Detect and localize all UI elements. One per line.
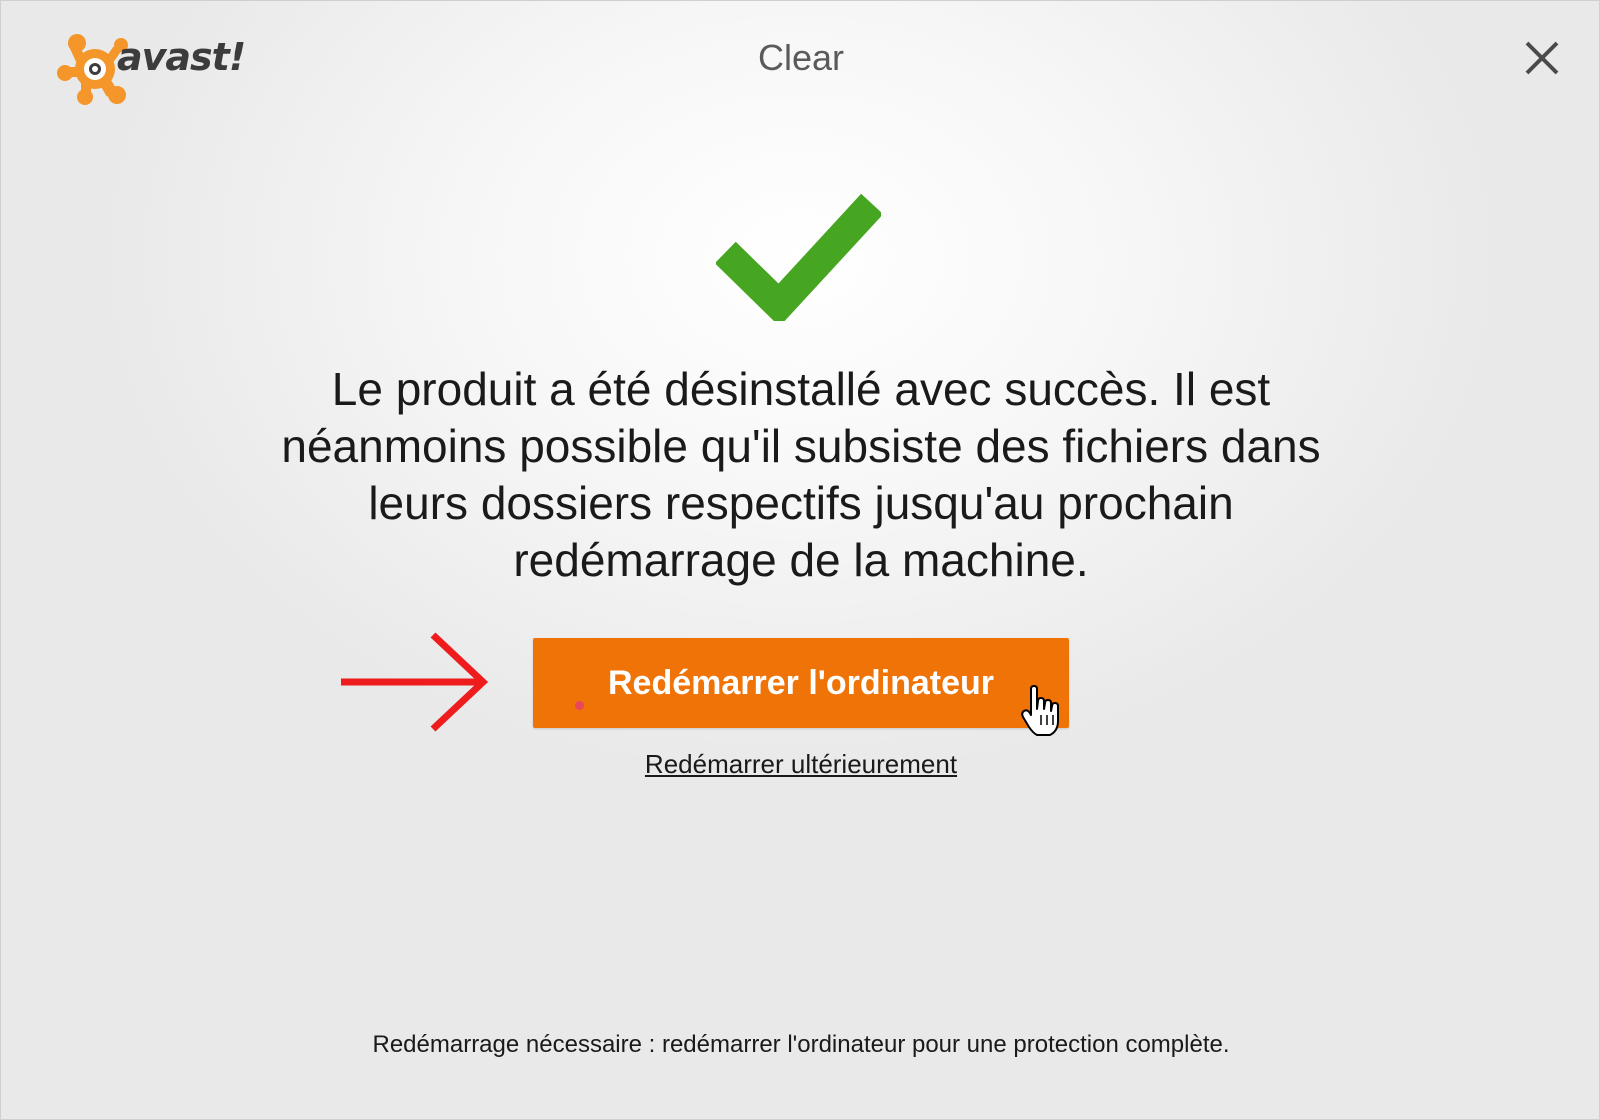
close-icon [1525,41,1559,75]
close-button[interactable] [1519,35,1567,83]
restart-computer-button[interactable]: Redémarrer l'ordinateur [533,638,1069,728]
uninstall-window: avast! Clear Le produit a été désinstall… [0,0,1600,1120]
restart-required-note: Redémarrage nécessaire : redémarrer l'or… [372,1031,1230,1058]
message-line: néanmoins possible qu'il subsiste des fi… [281,420,1321,472]
message-line: leurs dossiers respectifs jusqu'au proch… [368,477,1234,529]
red-arrow-icon [341,632,489,732]
message-line: Le produit a été désinstallé avec succès… [331,363,1271,415]
message-line: redémarrage de la machine. [513,534,1089,586]
annotation-arrow [339,629,499,735]
success-checkmark [714,191,884,327]
mouse-cursor [1021,685,1061,737]
hand-pointer-icon [1021,685,1059,736]
click-indicator-dot [575,701,584,710]
uninstall-success-message: Le produit a été désinstallé avec succès… [201,361,1401,589]
restart-later-container: Redémarrer ultérieurement [1,749,1599,780]
window-title: Clear [757,37,845,78]
restart-later-link[interactable]: Redémarrer ultérieurement [645,749,957,779]
checkmark-icon [714,193,884,327]
